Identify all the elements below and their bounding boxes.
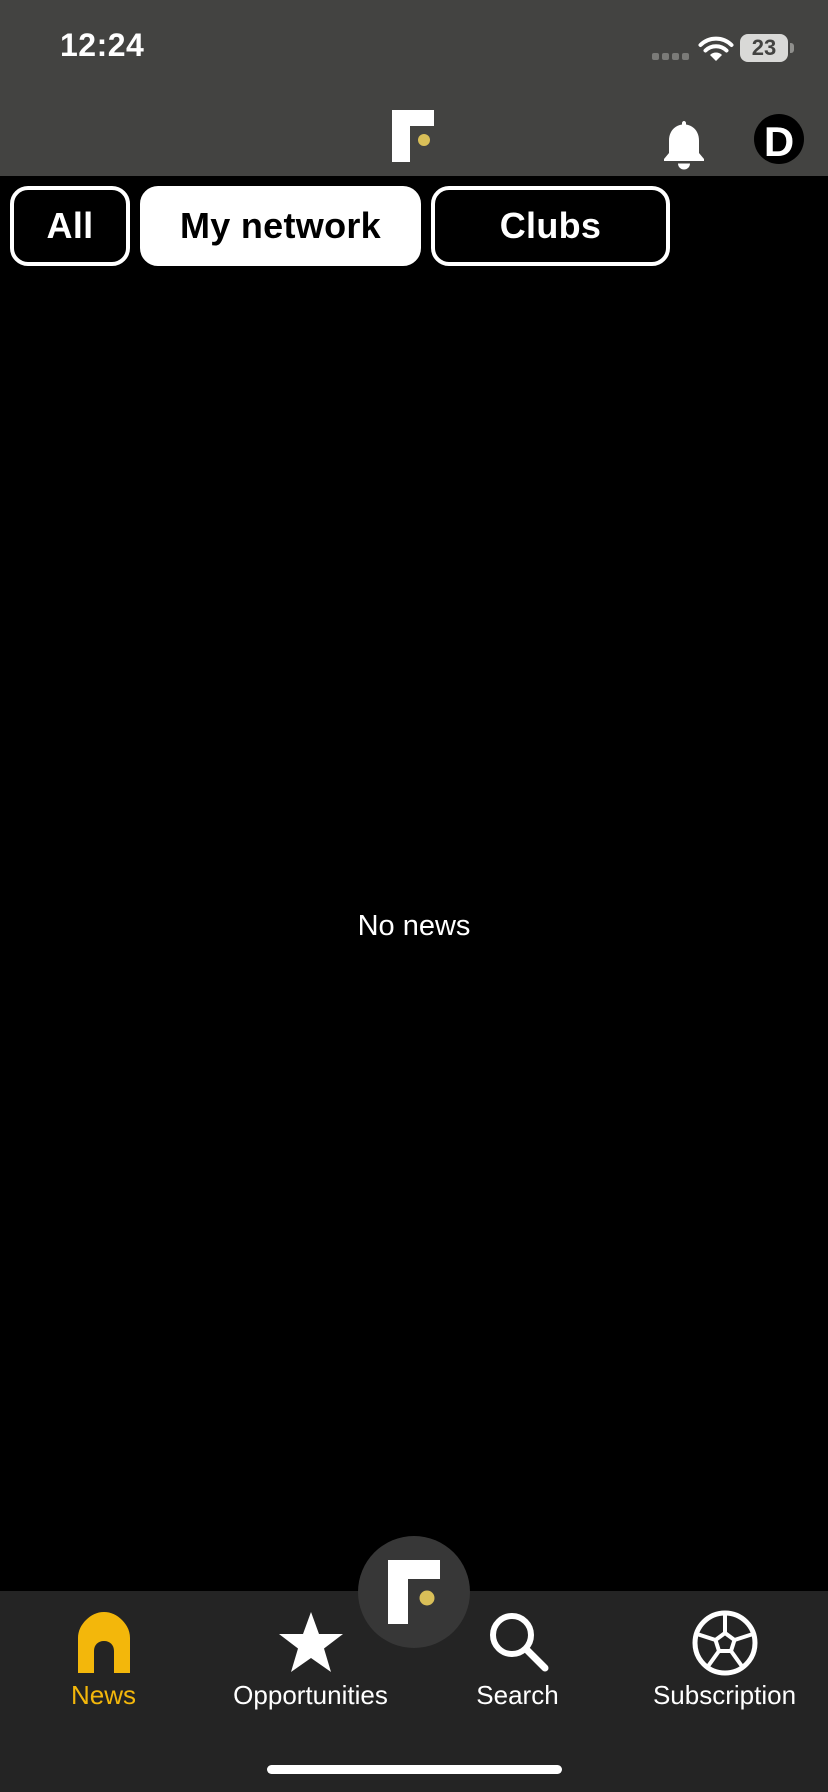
nav-label-search: Search: [476, 1680, 559, 1710]
tab-all[interactable]: All: [10, 186, 130, 266]
center-action-button[interactable]: [358, 1536, 470, 1648]
empty-feed-message: No news: [357, 910, 471, 942]
status-time: 12:24: [60, 27, 145, 63]
soccer-ball-icon: [692, 1610, 757, 1676]
feed-filter-tabs: All My network Clubs: [10, 186, 670, 266]
battery-indicator: 23: [740, 34, 788, 62]
cellular-signal-icon: [652, 53, 689, 60]
status-bar: 12:24 23: [0, 0, 828, 90]
battery-cap: [790, 43, 794, 53]
brand-logo-icon[interactable]: [392, 110, 434, 162]
wifi-icon: [698, 36, 734, 61]
bell-icon[interactable]: [660, 118, 708, 172]
star-icon: [278, 1612, 343, 1672]
home-icon: [77, 1612, 130, 1673]
tab-clubs[interactable]: Clubs: [431, 186, 670, 266]
nav-label-subscription: Subscription: [652, 1680, 797, 1710]
brand-logo-icon: [388, 1560, 440, 1624]
search-icon: [489, 1613, 548, 1672]
home-indicator: [267, 1765, 562, 1774]
app-header: D: [0, 90, 828, 176]
tab-my-network[interactable]: My network: [140, 186, 421, 266]
nav-label-opportunities: Opportunities: [233, 1680, 388, 1710]
nav-item-subscription[interactable]: Subscription: [621, 1609, 828, 1711]
nav-label-news: News: [70, 1680, 136, 1710]
nav-item-news[interactable]: News: [0, 1609, 207, 1711]
avatar[interactable]: D: [754, 114, 804, 164]
